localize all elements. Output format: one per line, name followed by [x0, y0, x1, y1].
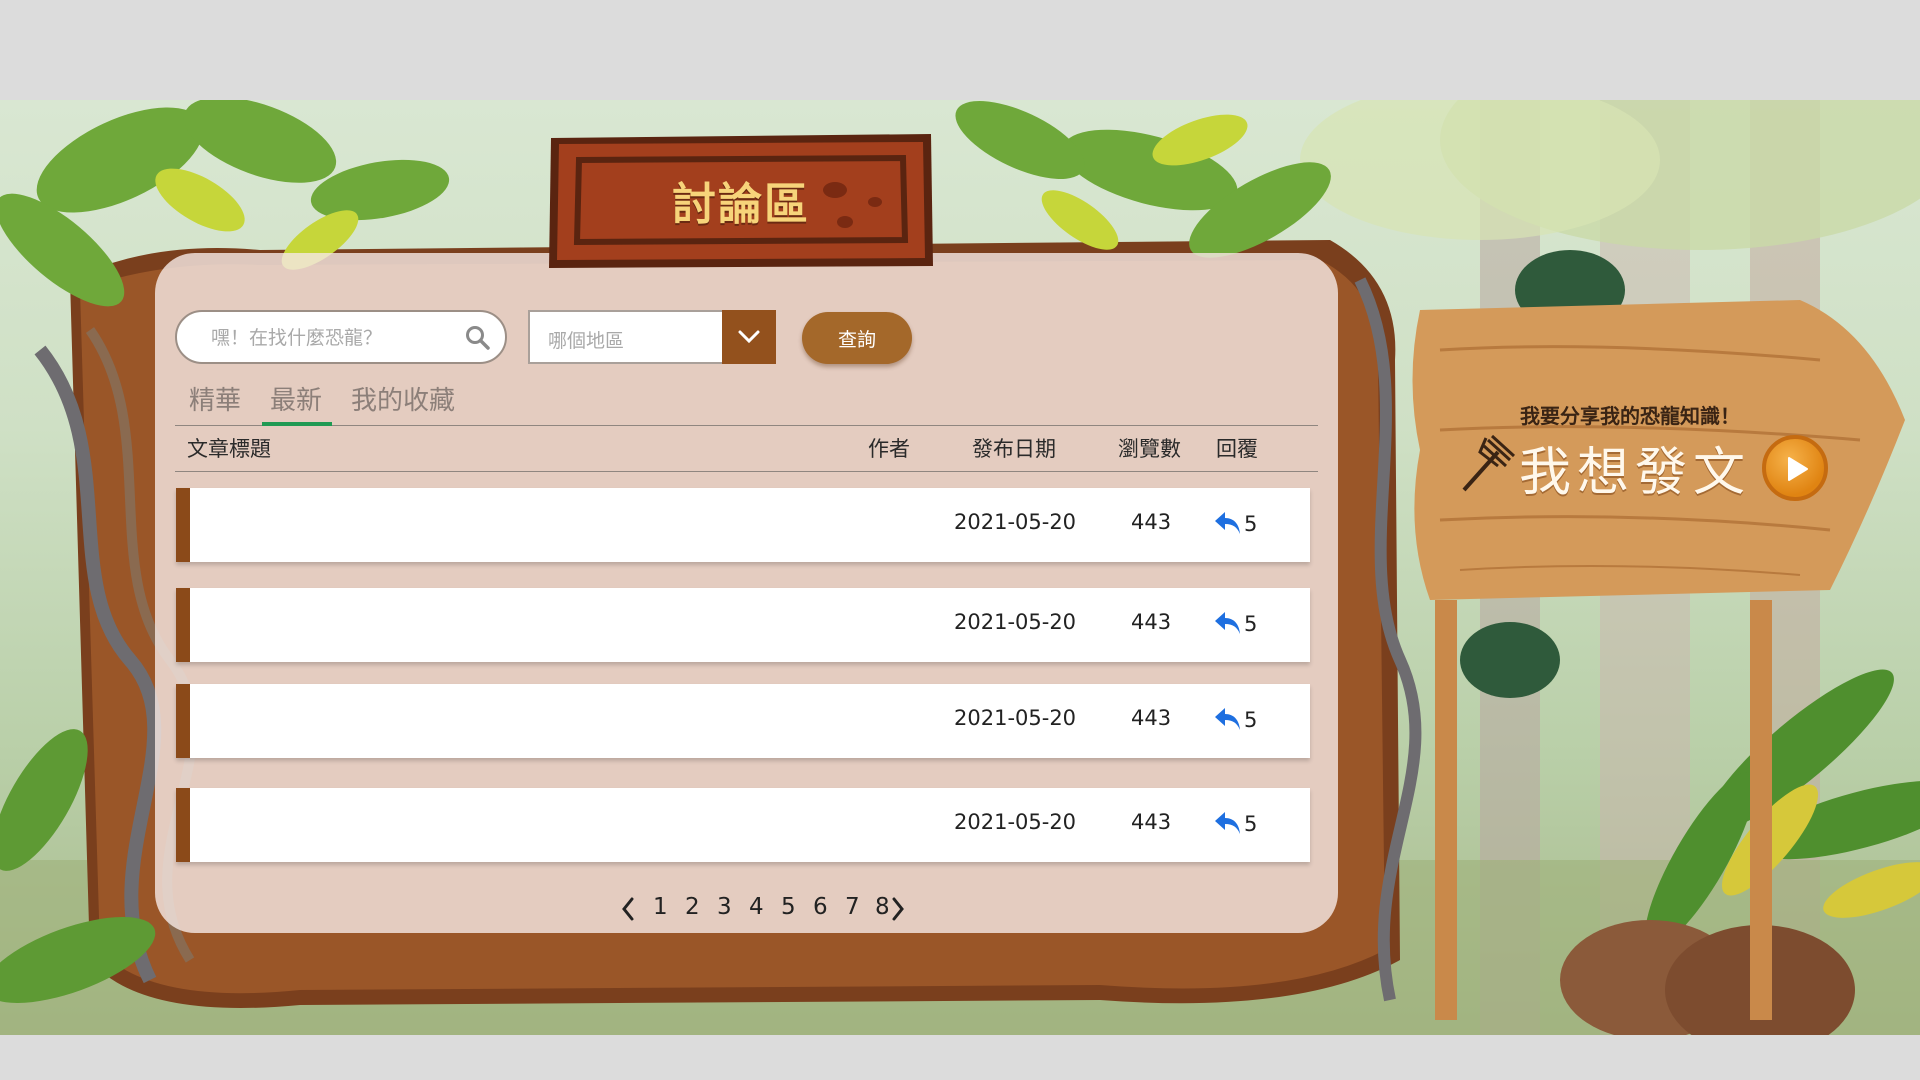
row-date: 2021-05-20	[954, 510, 1077, 534]
page-7[interactable]: 7	[845, 894, 860, 920]
reply-icon[interactable]	[1213, 704, 1243, 734]
page-3[interactable]: 3	[717, 894, 732, 920]
tabs-divider	[175, 425, 1318, 426]
page-4[interactable]: 4	[749, 894, 764, 920]
header-author[interactable]: 作者	[868, 433, 910, 463]
row-date: 2021-05-20	[954, 610, 1077, 634]
create-post-label[interactable]: 我想發文	[1519, 430, 1751, 505]
tab-favorites[interactable]: 我的收藏	[351, 380, 455, 417]
chevron-left-icon[interactable]	[620, 896, 636, 922]
row-date: 2021-05-20	[954, 810, 1077, 834]
row-views: 443	[1131, 810, 1172, 834]
row-reply-count: 5	[1244, 708, 1258, 732]
page-1[interactable]: 1	[653, 894, 668, 920]
row-reply-count: 5	[1244, 512, 1258, 536]
header-divider	[175, 471, 1318, 472]
table-row[interactable]: 2021-05-20 443 5	[176, 684, 1310, 758]
row-reply-count: 5	[1244, 612, 1258, 636]
signpost-subtitle: 我要分享我的恐龍知識！	[1520, 404, 1740, 428]
reply-icon[interactable]	[1213, 508, 1243, 538]
row-views: 443	[1131, 610, 1172, 634]
table-row[interactable]: 2021-05-20 443 5	[176, 588, 1310, 662]
table-row[interactable]: 2021-05-20 443 5	[176, 788, 1310, 862]
play-icon	[1788, 457, 1808, 481]
search-icon[interactable]	[465, 325, 491, 351]
row-accent	[176, 588, 190, 662]
reply-icon[interactable]	[1213, 808, 1243, 838]
row-views: 443	[1131, 510, 1172, 534]
search-input[interactable]	[211, 324, 451, 352]
region-select-value: 哪個地區	[548, 330, 625, 352]
row-accent	[176, 488, 190, 562]
header-title: 文章標題	[187, 437, 271, 461]
row-accent	[176, 788, 190, 862]
title-plank: 討論區	[545, 130, 937, 272]
fork-icon	[1462, 434, 1516, 492]
active-tab-indicator	[262, 422, 332, 426]
page-title: 討論區	[672, 179, 810, 230]
row-views: 443	[1131, 706, 1172, 730]
query-button[interactable]: 查詢	[802, 312, 912, 364]
page-6[interactable]: 6	[813, 894, 828, 920]
page-2[interactable]: 2	[685, 894, 700, 920]
tab-latest[interactable]: 最新	[270, 380, 322, 417]
create-post-button[interactable]	[1762, 435, 1828, 501]
chevron-down-icon	[738, 330, 760, 344]
reply-icon[interactable]	[1213, 608, 1243, 638]
table-row[interactable]: 2021-05-20 443 5	[176, 488, 1310, 562]
row-accent	[176, 684, 190, 758]
search-box[interactable]	[175, 310, 507, 364]
header-views[interactable]: 瀏覽數	[1118, 433, 1181, 463]
header-date[interactable]: 發布日期	[972, 433, 1056, 463]
header-replies[interactable]: 回覆	[1216, 433, 1258, 463]
page-5[interactable]: 5	[781, 894, 796, 920]
chevron-right-icon[interactable]	[890, 896, 906, 922]
row-reply-count: 5	[1244, 812, 1258, 836]
page-8[interactable]: 8	[875, 894, 890, 920]
region-dropdown-button[interactable]	[722, 310, 776, 364]
tab-featured[interactable]: 精華	[189, 380, 241, 417]
region-select[interactable]: 哪個地區	[528, 310, 776, 364]
row-date: 2021-05-20	[954, 706, 1077, 730]
